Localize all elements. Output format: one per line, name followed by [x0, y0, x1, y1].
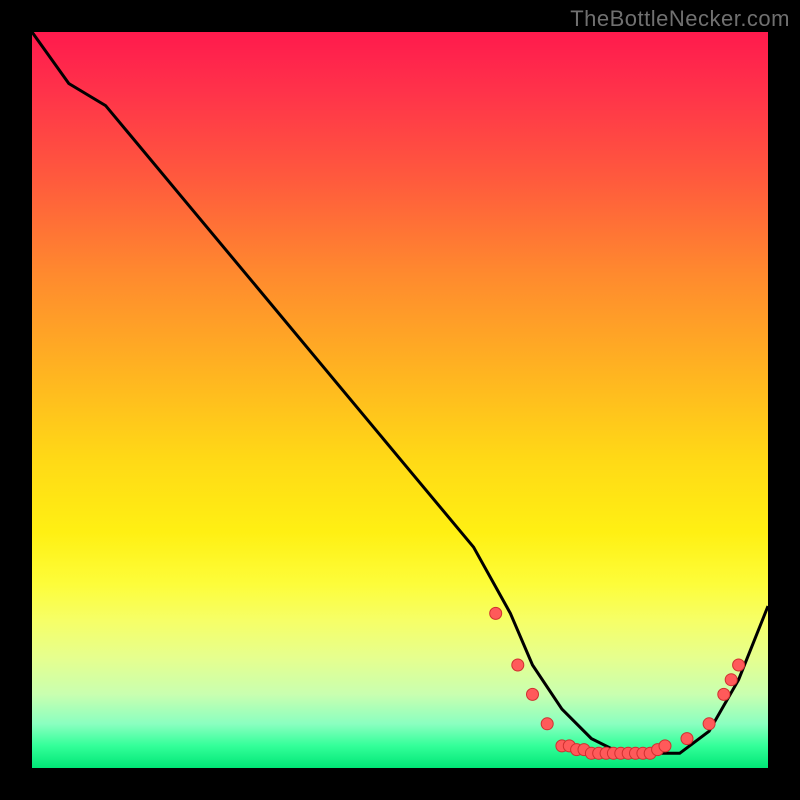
marker-dot	[630, 747, 642, 759]
watermark-text: TheBottleNecker.com	[570, 6, 790, 32]
marker-dot	[607, 747, 619, 759]
marker-dot	[578, 744, 590, 756]
marker-dot	[703, 718, 715, 730]
marker-dot	[681, 733, 693, 745]
marker-dot	[512, 659, 524, 671]
marker-dot	[541, 718, 553, 730]
marker-dot	[644, 747, 656, 759]
marker-dot	[725, 674, 737, 686]
chart-frame: TheBottleNecker.com	[0, 0, 800, 800]
marker-group	[490, 607, 745, 759]
marker-dot	[527, 688, 539, 700]
marker-dot	[733, 659, 745, 671]
marker-dot	[615, 747, 627, 759]
marker-dot	[622, 747, 634, 759]
marker-dot	[556, 740, 568, 752]
marker-dot	[490, 607, 502, 619]
marker-dot	[637, 747, 649, 759]
marker-dot	[571, 744, 583, 756]
marker-dot	[563, 740, 575, 752]
curve-path	[32, 32, 768, 753]
marker-dot	[659, 740, 671, 752]
marker-dot	[600, 747, 612, 759]
plot-area	[32, 32, 768, 768]
marker-dot	[652, 744, 664, 756]
marker-dot	[585, 747, 597, 759]
marker-dot	[718, 688, 730, 700]
chart-svg	[32, 32, 768, 768]
marker-dot	[593, 747, 605, 759]
curve-path-group	[32, 32, 768, 753]
